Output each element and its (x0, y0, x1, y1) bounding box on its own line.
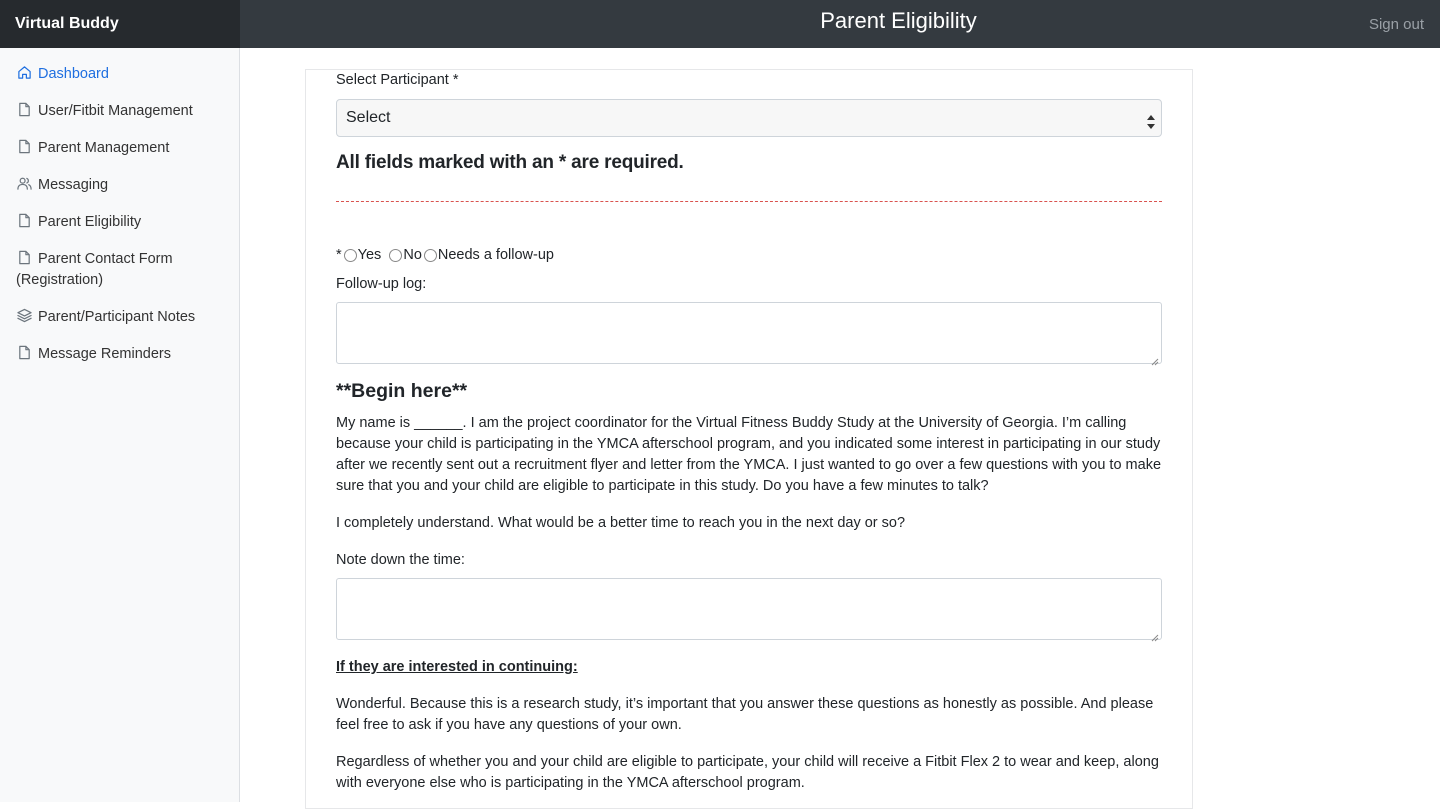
sidebar-item-parent-participant-notes[interactable]: Parent/Participant Notes (0, 307, 240, 328)
eligibility-radio-group: * Yes No Needs a follow-up (336, 245, 554, 265)
layers-icon (17, 308, 32, 323)
sidebar-item-parent-eligibility[interactable]: Parent Eligibility (0, 212, 240, 233)
sidebar-item-dashboard[interactable]: Dashboard (0, 64, 240, 85)
better-time-paragraph: I completely understand. What would be a… (336, 515, 906, 531)
begin-here-heading: **Begin here** (336, 380, 468, 402)
users-icon (17, 176, 32, 191)
select-arrows-icon (1147, 109, 1155, 129)
sidebar-item-label: Parent/Participant Notes (38, 309, 196, 325)
note-time-label: Note down the time: (336, 552, 465, 568)
brand-logo[interactable]: Virtual Buddy (0, 0, 240, 48)
sidebar-item-messaging[interactable]: Messaging (0, 175, 240, 196)
intro-paragraph: My name is ______. I am the project coor… (336, 415, 1162, 494)
file-icon (17, 345, 32, 360)
sidebar-item-label-continued: (Registration) (16, 272, 104, 288)
sidebar-item-label: Parent Management (38, 140, 170, 156)
sidebar-item-parent-management[interactable]: Parent Management (0, 138, 240, 159)
sidebar-item-message-reminders[interactable]: Message Reminders (0, 344, 240, 365)
radio-yes[interactable] (343, 248, 357, 262)
sidebar-item-label: Parent Contact Form (38, 251, 173, 267)
file-icon (17, 139, 32, 154)
radio-label-no: No (403, 247, 422, 264)
page-title: Parent Eligibility (820, 8, 977, 33)
file-icon (17, 213, 32, 228)
participant-label: Select Participant * (336, 72, 459, 88)
followup-log-textarea[interactable] (336, 302, 1162, 366)
top-navbar: Virtual Buddy Parent Eligibility Sign ou… (0, 0, 1440, 48)
sidebar-item-label: Dashboard (38, 66, 109, 82)
followup-log-label: Follow-up log: (336, 276, 427, 292)
sidebar-item-label: Message Reminders (38, 346, 171, 362)
participant-select[interactable]: Select (336, 99, 1162, 137)
radio-label-yes: Yes (357, 247, 382, 264)
file-icon (17, 102, 32, 117)
sign-out-link[interactable]: Sign out (1369, 0, 1424, 48)
radio-no[interactable] (389, 248, 403, 262)
sidebar-item-label: Parent Eligibility (38, 214, 142, 230)
sidebar: Dashboard User/Fitbit Management Parent … (0, 48, 240, 802)
radio-needs-follow-up[interactable] (423, 248, 437, 262)
regardless-paragraph: Regardless of whether you and your child… (336, 754, 1159, 791)
radio-label-needs-follow-up: Needs a follow-up (437, 247, 554, 264)
wonderful-paragraph: Wonderful. Because this is a research st… (336, 696, 1154, 733)
home-icon (17, 65, 32, 80)
resize-grip-icon[interactable] (1151, 353, 1159, 366)
file-icon (17, 250, 32, 265)
dashed-divider (336, 201, 1162, 202)
resize-grip-icon[interactable] (1151, 629, 1159, 642)
continuing-heading: If they are interested in continuing: (336, 659, 578, 675)
required-fields-note: All fields marked with an * are required… (336, 152, 684, 173)
sidebar-item-label: User/Fitbit Management (38, 103, 193, 119)
note-time-textarea[interactable] (336, 578, 1162, 642)
sidebar-item-label: Messaging (38, 177, 109, 193)
sidebar-item-parent-contact-form[interactable]: Parent Contact Form (Registration) (0, 249, 240, 291)
sidebar-item-user-fitbit-management[interactable]: User/Fitbit Management (0, 101, 240, 122)
participant-select-value: Select (346, 109, 391, 126)
required-star: * (336, 247, 342, 264)
